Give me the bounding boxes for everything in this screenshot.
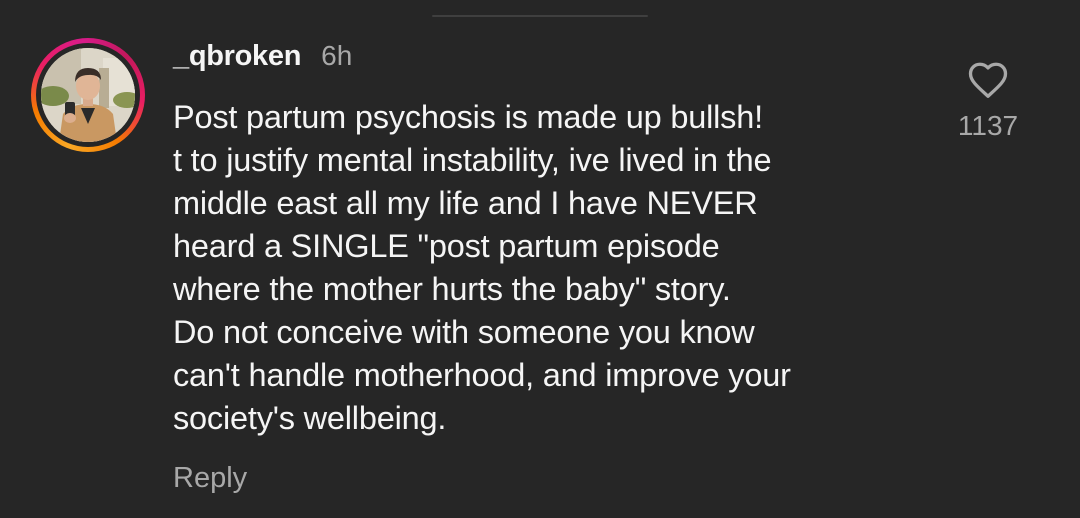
reply-button[interactable]: Reply: [173, 462, 247, 495]
like-area: 1137: [948, 60, 1028, 142]
story-ring[interactable]: [31, 38, 145, 152]
comment-text: Post partum psychosis is made up bullsh!…: [173, 99, 791, 436]
profile-photo: [41, 48, 135, 142]
username-link[interactable]: _qbroken: [173, 40, 301, 73]
avatar[interactable]: [41, 48, 135, 142]
sheet-drag-handle[interactable]: [432, 15, 648, 17]
comment-body: _qbroken 6h Post partum psychosis is mad…: [173, 40, 903, 495]
heart-outline-icon[interactable]: [967, 60, 1009, 100]
like-count: 1137: [957, 110, 1019, 141]
comment-timestamp: 6h: [321, 40, 353, 71]
comment-header: _qbroken 6h: [173, 40, 903, 84]
